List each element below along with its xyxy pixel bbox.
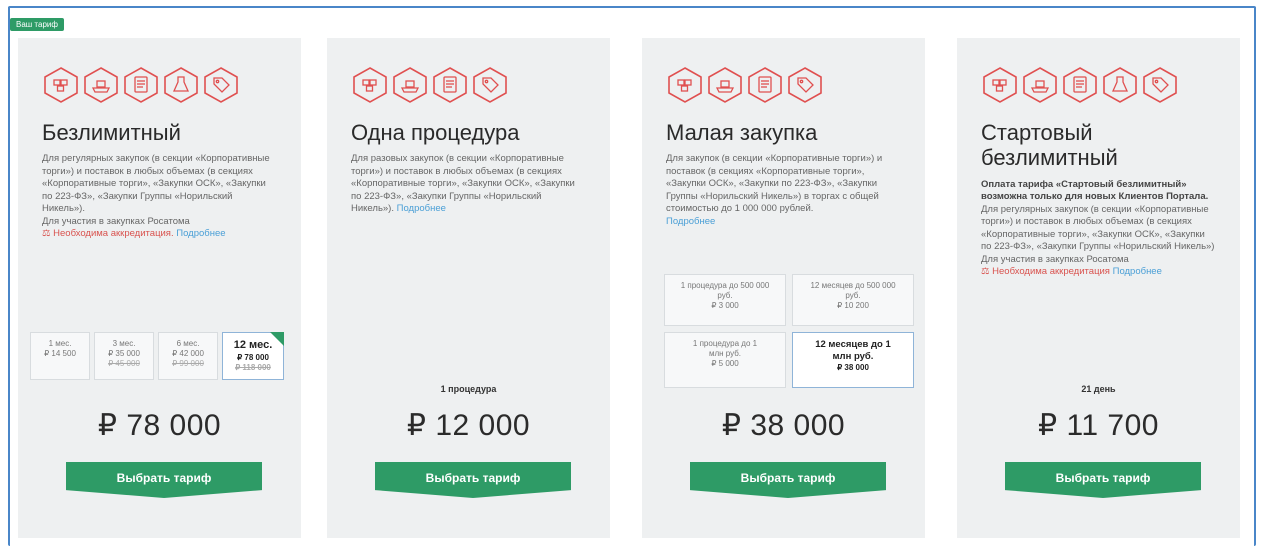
select-tariff-button[interactable]: Выбрать тариф — [375, 462, 571, 498]
accreditation-warning: ⚖ Необходима аккредитация — [981, 266, 1110, 278]
option-1-month[interactable]: 1 мес. ₽ 14 500 — [30, 332, 90, 380]
tariff-card-one-procedure: Одна процедура Для разовых закупок (в се… — [327, 38, 610, 538]
tariff-unit: 1 процедура — [440, 384, 497, 394]
starter-condition: Оплата тарифа «Стартовый безлимитный» во… — [981, 178, 1209, 203]
tariff-card-small-purchase: Малая закупка Для закупок (в секции «Кор… — [642, 38, 925, 538]
select-tariff-button[interactable]: Выбрать тариф — [1005, 462, 1201, 498]
tariff-price: ₽ 38 000 — [721, 409, 846, 442]
feature-icons — [666, 66, 901, 108]
more-link[interactable]: Подробнее — [397, 203, 446, 214]
tariff-card-starter-unlimited: Стартовый безлимитный Оплата тарифа «Ста… — [957, 38, 1240, 538]
select-tariff-button[interactable]: Выбрать тариф — [66, 462, 262, 498]
flask-icon — [1103, 67, 1137, 103]
ship-icon — [1023, 67, 1057, 103]
select-tariff-button[interactable]: Выбрать тариф — [690, 462, 886, 498]
document-icon — [748, 67, 782, 103]
option-12-months-1m[interactable]: 12 месяцев до 1 млн руб. ₽ 38 000 — [792, 332, 914, 388]
tariff-card-unlimited: Безлимитный Для регулярных закупок (в се… — [18, 38, 301, 538]
tariff-price: ₽ 12 000 — [406, 409, 531, 442]
boxes-icon — [44, 67, 78, 103]
tariff-description: Для закупок (в секции «Корпоративные тор… — [666, 153, 883, 227]
boxes-icon — [668, 67, 702, 103]
tariff-title: Безлимитный — [42, 120, 181, 145]
tariff-description: Для регулярных закупок (в секции «Корпор… — [42, 153, 270, 240]
more-link[interactable]: Подробнее — [176, 228, 225, 239]
option-1-procedure-500k[interactable]: 1 процедура до 500 000 руб. ₽ 3 000 — [664, 274, 786, 326]
feature-icons — [981, 66, 1216, 108]
feature-icons — [351, 66, 586, 108]
ship-icon — [84, 67, 118, 103]
option-3-months[interactable]: 3 мес. ₽ 35 000 ₽ 45 000 — [94, 332, 154, 380]
option-12-months-500k[interactable]: 12 месяцев до 500 000 руб. ₽ 10 200 — [792, 274, 914, 326]
more-link[interactable]: Подробнее — [666, 216, 715, 227]
tariff-description: Оплата тарифа «Стартовый безлимитный» во… — [981, 178, 1215, 278]
option-6-months[interactable]: 6 мес. ₽ 42 000 ₽ 99 000 — [158, 332, 218, 380]
accreditation-warning: ⚖ Необходима аккредитация. — [42, 228, 174, 240]
option-1-procedure-1m[interactable]: 1 процедура до 1 млн руб. ₽ 5 000 — [664, 332, 786, 388]
ship-icon — [708, 67, 742, 103]
flask-icon — [164, 67, 198, 103]
tariff-unit: 21 день — [1081, 384, 1116, 394]
selected-corner-mark — [270, 332, 284, 346]
current-tariff-badge: Ваш тариф — [10, 18, 64, 31]
tariff-title: Одна процедура — [351, 120, 520, 145]
option-12-months[interactable]: 12 мес. ₽ 78 000 ₽ 118 000 — [222, 332, 284, 380]
document-icon — [124, 67, 158, 103]
tariff-description: Для разовых закупок (в секции «Корпорати… — [351, 153, 575, 215]
more-link[interactable]: Подробнее — [1113, 266, 1162, 277]
tag-icon — [1143, 67, 1177, 103]
tag-icon — [788, 67, 822, 103]
tag-icon — [473, 67, 507, 103]
tariff-title: Стартовый безлимитный — [981, 120, 1118, 171]
ship-icon — [393, 67, 427, 103]
boxes-icon — [353, 67, 387, 103]
tariff-price: ₽ 78 000 — [97, 409, 222, 442]
tag-icon — [204, 67, 238, 103]
feature-icons — [42, 66, 277, 108]
tariff-title: Малая закупка — [666, 120, 818, 145]
boxes-icon — [983, 67, 1017, 103]
document-icon — [1063, 67, 1097, 103]
document-icon — [433, 67, 467, 103]
tariff-price: ₽ 11 700 — [1038, 409, 1159, 442]
